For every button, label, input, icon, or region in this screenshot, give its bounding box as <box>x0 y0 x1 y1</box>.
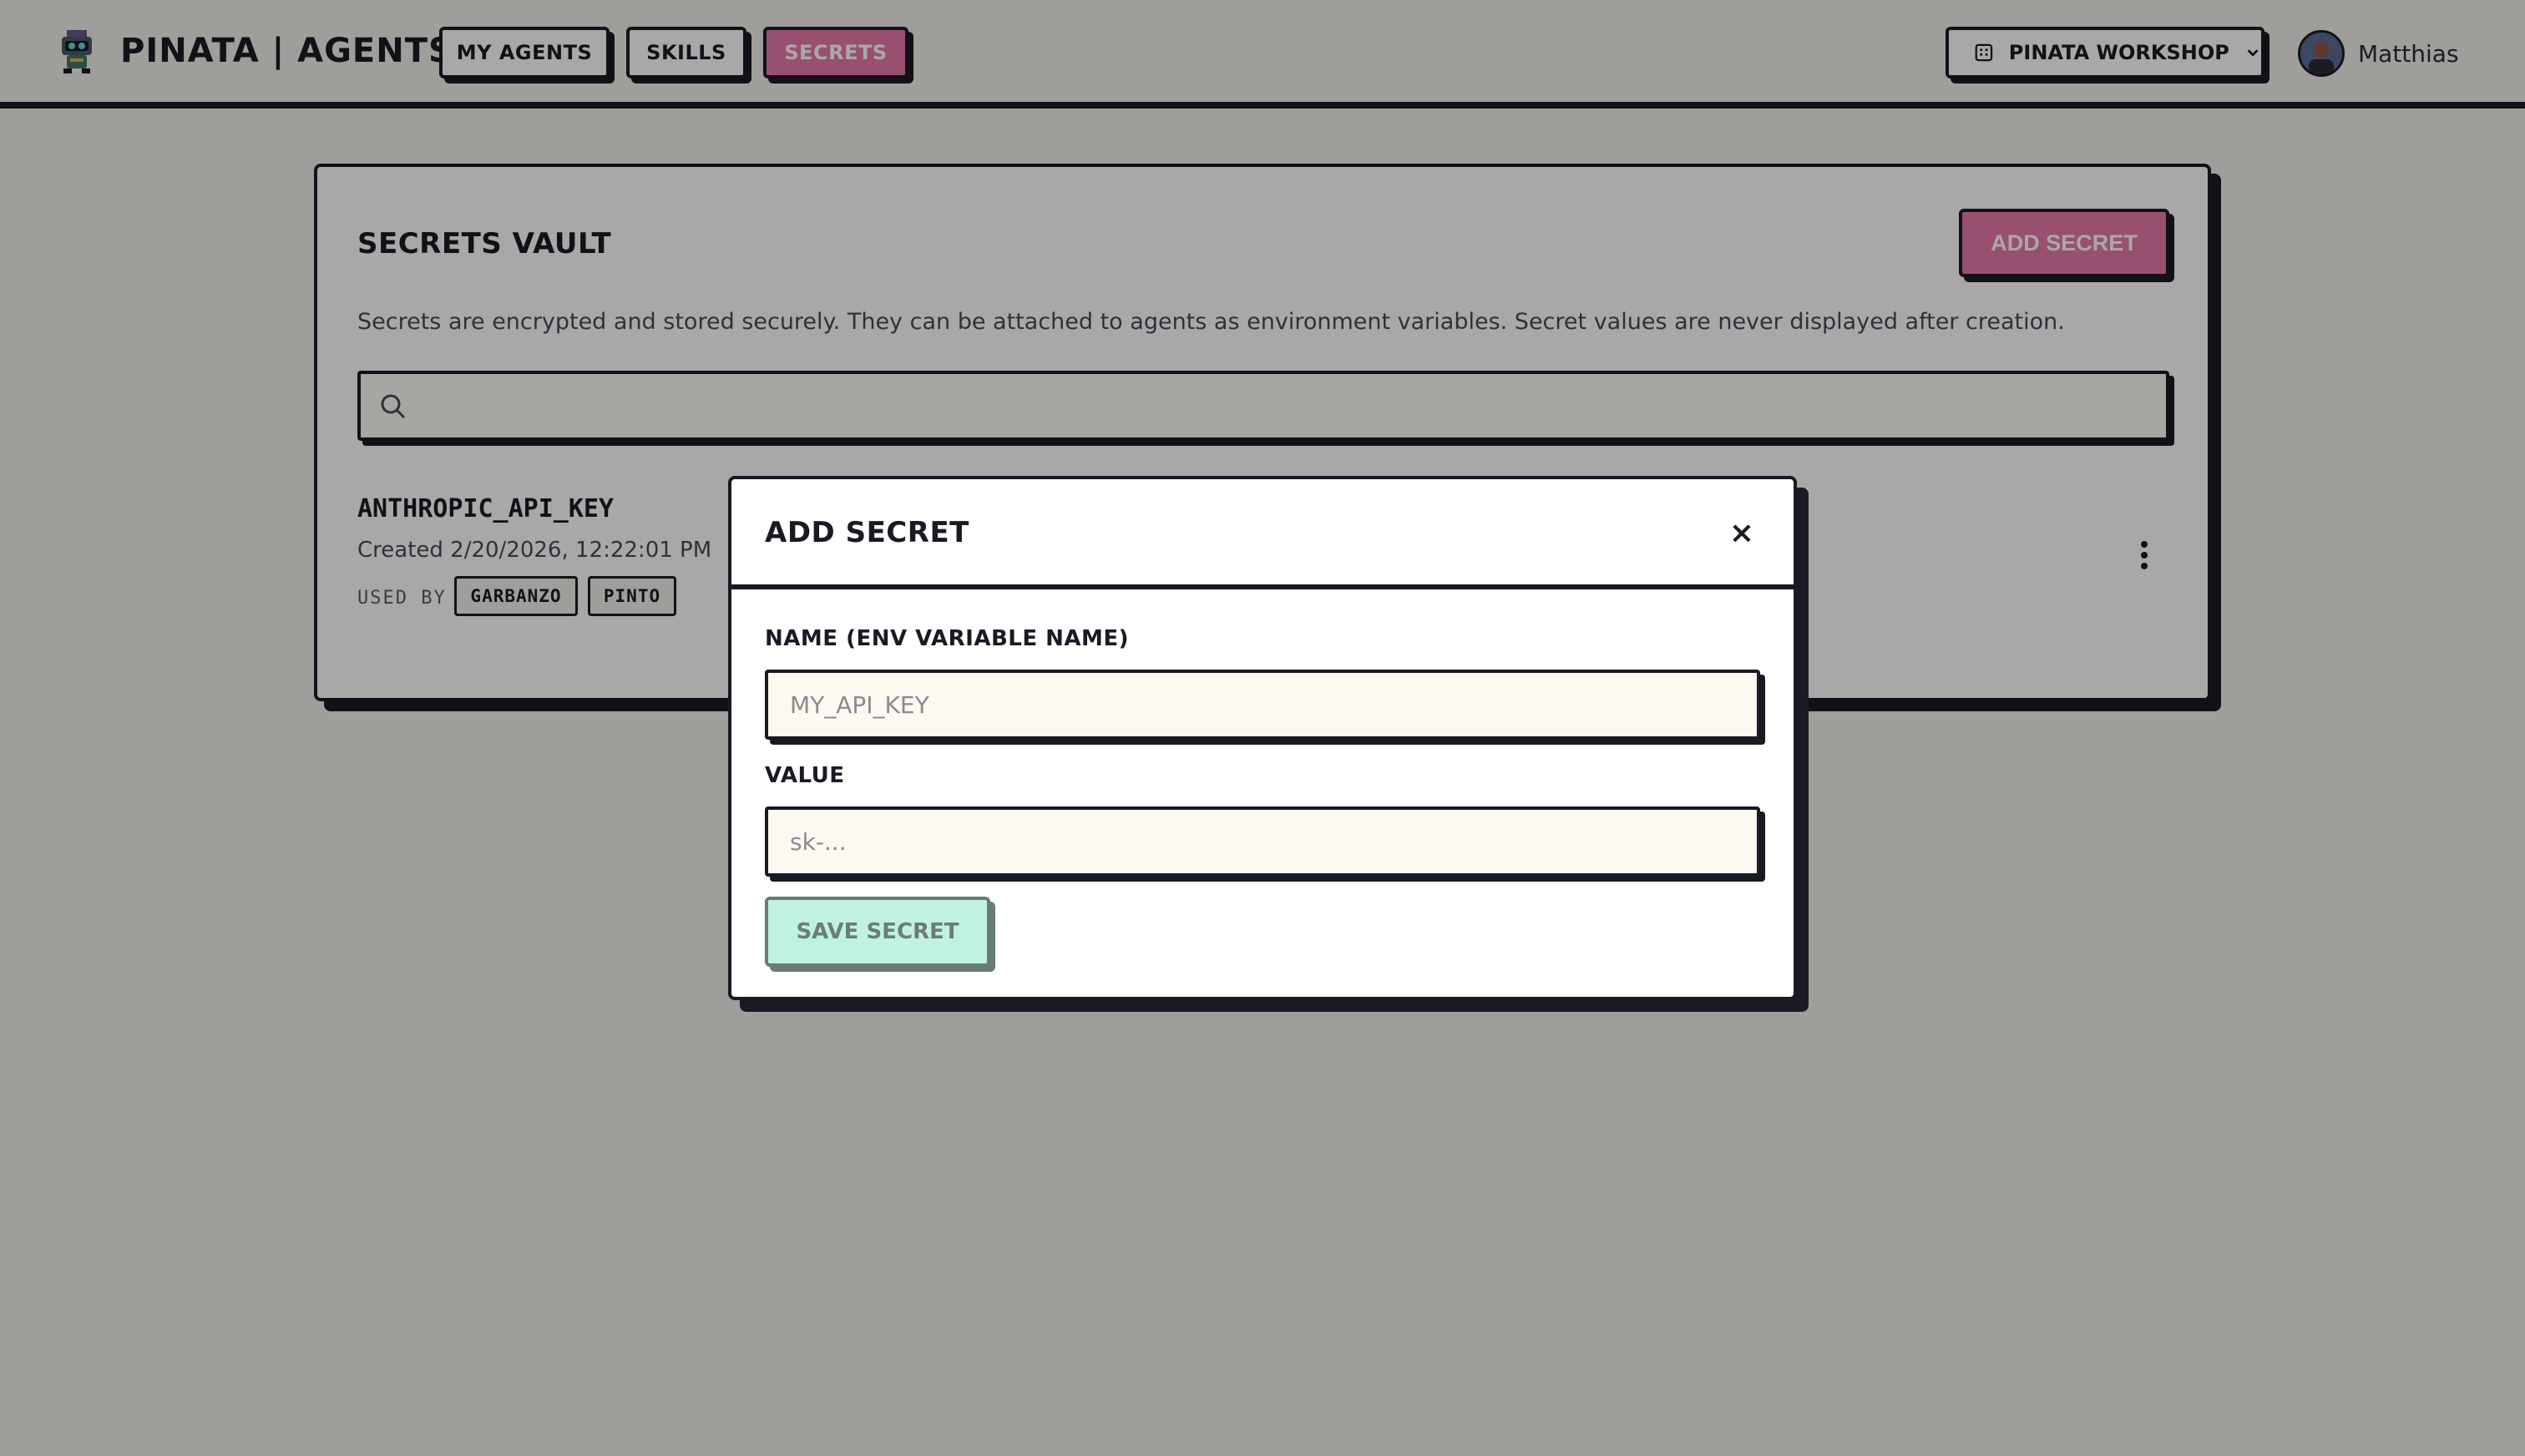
save-secret-button[interactable]: SAVE SECRET <box>765 897 990 967</box>
add-secret-modal: ADD SECRET × NAME (ENV VARIABLE NAME) VA… <box>728 476 1797 1000</box>
modal-header: ADD SECRET × <box>731 479 1794 589</box>
close-icon[interactable]: × <box>1725 516 1758 550</box>
name-field-label: NAME (ENV VARIABLE NAME) <box>765 626 1130 651</box>
secret-name-input[interactable] <box>765 670 1760 740</box>
app-root: PINATA | AGENTS MY AGENTS SKILLS SECRETS… <box>0 0 2525 1456</box>
modal-title: ADD SECRET <box>765 516 969 549</box>
value-field-label: VALUE <box>765 763 845 788</box>
secret-value-input[interactable] <box>765 806 1760 877</box>
